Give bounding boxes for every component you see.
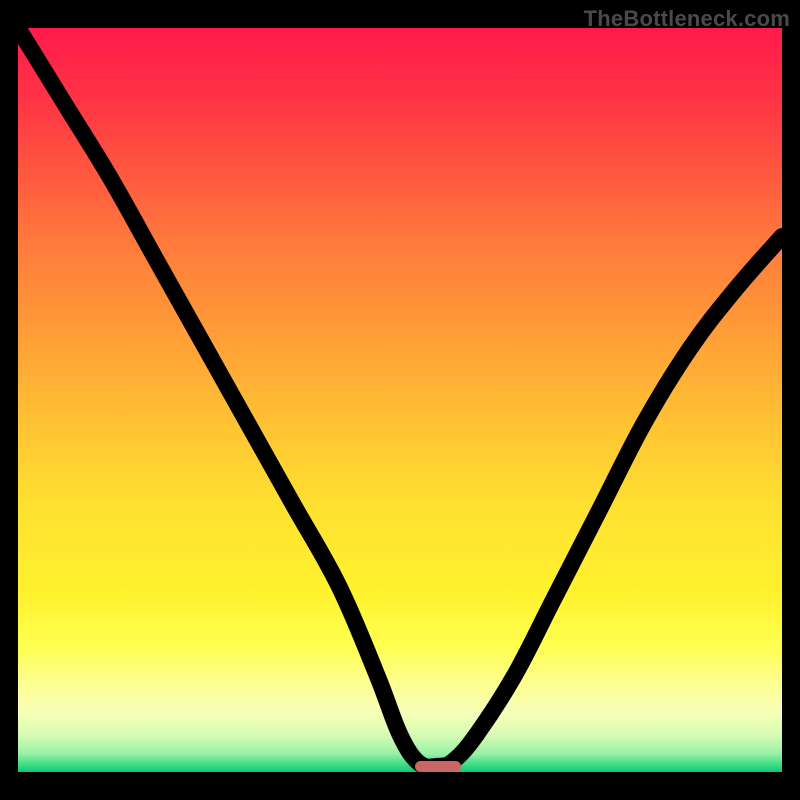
chart-frame: TheBottleneck.com — [0, 0, 800, 800]
optimal-marker — [415, 761, 461, 772]
curve-layer — [18, 28, 782, 772]
plot-area — [18, 28, 782, 772]
bottleneck-curve — [18, 28, 782, 767]
watermark-text: TheBottleneck.com — [584, 6, 790, 32]
